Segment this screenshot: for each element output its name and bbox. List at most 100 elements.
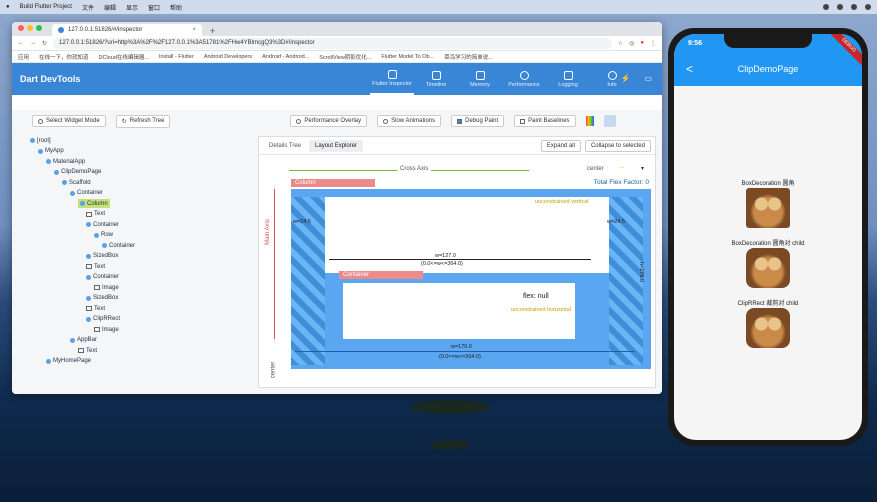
expand-all-button[interactable]: Expand all bbox=[540, 139, 581, 152]
tree-row[interactable]: AppBar bbox=[70, 336, 97, 345]
tree-row[interactable]: Image bbox=[94, 325, 119, 334]
cat-image bbox=[746, 248, 790, 288]
bookmark-item[interactable]: Flutter Model To Ob... bbox=[381, 54, 434, 60]
dropdown-arrow-icon[interactable]: ▾ bbox=[641, 165, 644, 172]
battery-icon[interactable] bbox=[837, 4, 843, 10]
bookmark-item[interactable]: Android Developers bbox=[204, 54, 252, 60]
tab-flutter-inspector[interactable]: Flutter Inspector bbox=[370, 63, 414, 95]
menubar-item-edit[interactable]: 编辑 bbox=[104, 3, 116, 12]
island bbox=[410, 400, 490, 414]
child-box-second[interactable]: flex: null unconstrained horizontal bbox=[343, 283, 575, 339]
bookmark-item[interactable]: ScrollView阴影优化... bbox=[319, 53, 371, 61]
reload-icon[interactable]: ↻ bbox=[42, 40, 47, 47]
bookmark-item[interactable]: 在线一下，你就知道 bbox=[39, 53, 89, 61]
tab-memory[interactable]: Memory bbox=[458, 63, 502, 95]
tree-row[interactable]: Row bbox=[94, 231, 113, 240]
select-widget-mode-button[interactable]: Select Widget Mode bbox=[32, 115, 106, 127]
menubar-item-help[interactable]: 帮助 bbox=[170, 3, 182, 12]
child-box-container[interactable]: unconstrained vertical w=127.0 (0.0<=w<=… bbox=[325, 197, 609, 273]
tab-logging[interactable]: Logging bbox=[546, 63, 590, 95]
minimize-window-button[interactable] bbox=[27, 25, 33, 31]
bookmark-item[interactable]: Install - Flutter bbox=[159, 54, 194, 60]
debug-paint-button[interactable]: Debug Paint bbox=[451, 115, 505, 127]
tree-row-label: Container bbox=[93, 221, 120, 228]
tree-row[interactable]: ClipRRect bbox=[86, 315, 120, 324]
tree-row[interactable]: SizedBox bbox=[86, 294, 118, 303]
tree-row-label: Text bbox=[94, 305, 106, 312]
browser-tab[interactable]: 127.0.0.1:51826/#/inspector × bbox=[52, 24, 202, 36]
tree-row[interactable]: Container bbox=[102, 241, 135, 250]
search-icon[interactable] bbox=[851, 4, 857, 10]
bookmark-item[interactable]: Android - Android... bbox=[262, 54, 309, 60]
hot-reload-icon[interactable]: ⚡ bbox=[620, 74, 630, 83]
forward-arrow-icon[interactable]: → bbox=[30, 40, 36, 46]
back-arrow-icon[interactable]: ← bbox=[18, 40, 24, 46]
menubar-item-window[interactable]: 窗口 bbox=[148, 3, 160, 12]
tree-row[interactable]: ClipDemoPage bbox=[54, 168, 101, 177]
column-label: Column bbox=[291, 179, 375, 187]
app-bar: 9:56 < ClipDemoPage DEBUG bbox=[674, 34, 862, 86]
inspector-toolbar: Select Widget Mode ↻ Refresh Tree Perfor… bbox=[12, 110, 662, 132]
column-layout-box[interactable]: Column Total Flex Factor: 0 unconstraine… bbox=[291, 179, 651, 369]
cross-axis-row: Cross Axis center ⇔ ▾ bbox=[289, 165, 649, 175]
tree-row[interactable]: Column bbox=[78, 199, 110, 208]
menu-kebab-icon[interactable]: ⋮ bbox=[650, 40, 656, 47]
cross-axis-alignment-select[interactable]: center bbox=[587, 166, 604, 172]
tree-row-label: ClipRRect bbox=[93, 316, 121, 322]
bookmark-item[interactable]: DCloud在线编辑器... bbox=[99, 53, 149, 61]
paint-baselines-button[interactable]: Paint Baselines bbox=[514, 115, 576, 127]
extension-icon[interactable]: ◎ bbox=[629, 40, 634, 47]
tab-performance[interactable]: Performance bbox=[502, 63, 546, 95]
tree-row[interactable]: Text bbox=[86, 304, 105, 313]
close-window-button[interactable] bbox=[18, 25, 24, 31]
devtools-actions: ⚡ ▭ bbox=[620, 74, 652, 83]
bookmark-item[interactable]: 应用 bbox=[18, 53, 29, 61]
slow-animations-button[interactable]: Slow Animations bbox=[377, 115, 442, 127]
performance-overlay-button[interactable]: Performance Overlay bbox=[290, 115, 368, 127]
tree-row[interactable]: SizedBox bbox=[86, 252, 118, 261]
tree-row[interactable]: MyHomePage bbox=[46, 357, 91, 366]
widget-node-icon bbox=[102, 243, 107, 248]
url-field[interactable]: 127.0.0.1:51826/?uri=http%3A%2F%2F127.0.… bbox=[53, 37, 612, 49]
bookmark-item[interactable]: 菜鸟学习的简单说... bbox=[444, 53, 493, 61]
app-bar-title: ClipDemoPage bbox=[737, 64, 799, 74]
star-icon[interactable]: ☆ bbox=[618, 40, 623, 47]
collapse-to-selected-button[interactable]: Collapse to selected bbox=[584, 139, 651, 152]
feedback-icon[interactable]: ▭ bbox=[644, 74, 652, 83]
tree-row-label: ClipDemoPage bbox=[61, 169, 102, 175]
tree-row[interactable]: Container bbox=[86, 273, 119, 282]
apple-icon[interactable]: ● bbox=[6, 4, 10, 10]
main-axis-alignment-select[interactable]: center bbox=[270, 362, 276, 379]
menubar-item-view[interactable]: 显示 bbox=[126, 3, 138, 12]
tree-row[interactable]: MaterialApp bbox=[46, 157, 85, 166]
tab-layout-explorer[interactable]: Layout Explorer bbox=[309, 139, 364, 152]
devtools-tabs: Flutter Inspector Timeline Memory Perfor… bbox=[370, 63, 634, 95]
tree-row[interactable]: Scaffold bbox=[62, 178, 91, 187]
menubar-app[interactable]: Build Flutter Project bbox=[20, 4, 72, 10]
maximize-window-button[interactable] bbox=[36, 25, 42, 31]
tab-timeline[interactable]: Timeline bbox=[414, 63, 458, 95]
tab-label: Performance bbox=[508, 81, 540, 88]
tree-row[interactable]: Container bbox=[70, 189, 103, 198]
tree-row[interactable]: Container bbox=[86, 220, 119, 229]
demo-label: BoxDecoration 圆角 bbox=[741, 181, 795, 187]
new-tab-button[interactable]: + bbox=[206, 26, 219, 36]
tab-close-icon[interactable]: × bbox=[192, 27, 196, 33]
tree-row[interactable]: MyApp bbox=[38, 147, 64, 156]
timeline-icon bbox=[431, 70, 441, 80]
wifi-icon[interactable] bbox=[823, 4, 829, 10]
control-center-icon[interactable] bbox=[865, 4, 871, 10]
tab-details-tree[interactable]: Details Tree bbox=[263, 140, 307, 152]
tree-row[interactable]: Text bbox=[86, 210, 105, 219]
tree-row[interactable]: [root] bbox=[30, 136, 51, 145]
tree-row[interactable]: Image bbox=[94, 283, 119, 292]
tree-row[interactable]: Text bbox=[86, 262, 105, 271]
invert-images-icon[interactable] bbox=[603, 115, 616, 127]
tree-row[interactable]: Text bbox=[78, 346, 97, 355]
repaint-rainbow-icon[interactable] bbox=[585, 116, 594, 126]
profile-icon[interactable]: ● bbox=[640, 40, 644, 46]
baselines-icon bbox=[520, 118, 526, 124]
menubar-item-file[interactable]: 文件 bbox=[82, 3, 94, 12]
tree-row-label: MaterialApp bbox=[53, 158, 86, 165]
refresh-tree-button[interactable]: ↻ Refresh Tree bbox=[115, 114, 171, 128]
